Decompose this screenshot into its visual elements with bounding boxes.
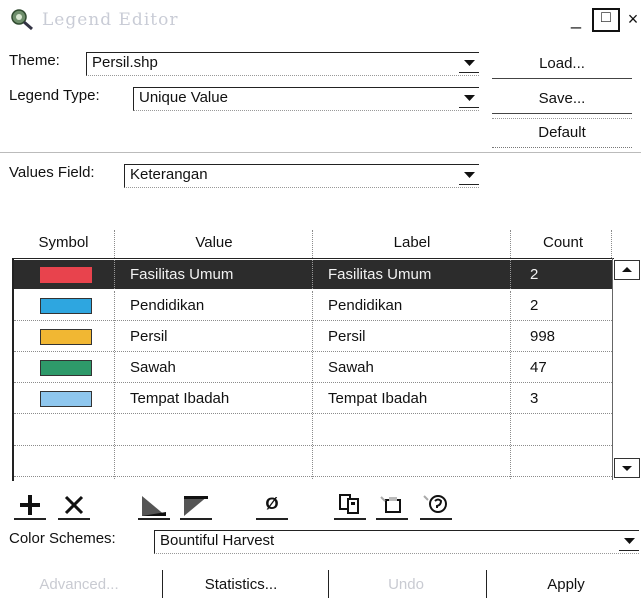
cell-count: 2 xyxy=(530,266,539,283)
minimize-button[interactable]: _ xyxy=(566,8,586,32)
header-divider xyxy=(510,230,511,258)
cell-value: Fasilitas Umum xyxy=(130,266,234,283)
theme-value: Persil.shp xyxy=(92,54,158,71)
cell-label[interactable]: Pendidikan xyxy=(328,297,402,314)
window-title: Legend Editor xyxy=(42,10,179,30)
legend-type-dropdown[interactable]: Unique Value xyxy=(133,87,479,111)
header-divider xyxy=(312,230,313,258)
close-button[interactable]: × xyxy=(625,8,641,32)
cell-divider xyxy=(312,260,313,289)
legend-editor-app-icon xyxy=(10,8,36,32)
header-divider xyxy=(611,230,612,258)
cell-count: 47 xyxy=(530,359,547,376)
save-button[interactable]: Save... xyxy=(492,85,632,114)
null-value-icon[interactable]: Ø xyxy=(256,490,288,520)
column-divider xyxy=(114,291,115,479)
apply-button[interactable]: Apply xyxy=(492,572,640,598)
row-divider xyxy=(14,476,612,477)
chevron-down-icon[interactable] xyxy=(619,533,639,551)
cell-label[interactable]: Tempat Ibadah xyxy=(328,390,427,407)
chevron-down-icon[interactable] xyxy=(459,90,479,108)
symbol-swatch[interactable] xyxy=(40,267,92,283)
default-button[interactable]: Default xyxy=(492,118,632,148)
button-separator xyxy=(328,570,329,598)
cell-divider xyxy=(114,260,115,289)
symbol-swatch[interactable] xyxy=(40,298,92,314)
chevron-down-icon[interactable] xyxy=(459,55,479,73)
column-divider xyxy=(510,291,511,479)
cell-count: 3 xyxy=(530,390,539,407)
undo-button[interactable]: Undo xyxy=(332,572,480,598)
cell-value: Pendidikan xyxy=(130,297,205,314)
row-divider xyxy=(14,445,612,446)
paste-symbols-icon[interactable] xyxy=(376,490,408,520)
theme-label: Theme: xyxy=(9,52,60,69)
maximize-button[interactable]: □ xyxy=(592,8,620,32)
table-row-selected[interactable]: Fasilitas Umum Fasilitas Umum 2 xyxy=(14,260,612,289)
cell-count: 998 xyxy=(530,328,556,345)
values-field-value: Keterangan xyxy=(130,166,208,183)
scroll-down-button[interactable] xyxy=(614,458,640,478)
table-row[interactable]: Tempat Ibadah Tempat Ibadah 3 xyxy=(14,384,612,414)
table-row[interactable]: Persil Persil 998 xyxy=(14,322,612,352)
delete-icon[interactable] xyxy=(58,490,90,520)
color-schemes-value: Bountiful Harvest xyxy=(160,532,275,549)
cell-value: Persil xyxy=(130,328,168,345)
column-header-value[interactable]: Value xyxy=(116,234,312,251)
copy-symbols-icon[interactable] xyxy=(334,490,366,520)
cell-label[interactable]: Fasilitas Umum xyxy=(328,266,431,283)
table-row[interactable]: Pendidikan Pendidikan 2 xyxy=(14,291,612,321)
cell-divider xyxy=(510,260,511,289)
legend-type-value: Unique Value xyxy=(139,89,228,106)
legend-type-label: Legend Type: xyxy=(9,87,100,104)
symbol-properties-icon[interactable] xyxy=(420,490,452,520)
sort-ascending-icon[interactable] xyxy=(138,490,170,520)
column-header-label[interactable]: Label xyxy=(314,234,510,251)
column-divider xyxy=(312,291,313,479)
theme-dropdown[interactable]: Persil.shp xyxy=(86,52,479,76)
symbol-swatch[interactable] xyxy=(40,360,92,376)
button-separator xyxy=(162,570,163,598)
values-field-dropdown[interactable]: Keterangan xyxy=(124,164,479,188)
color-schemes-label: Color Schemes: xyxy=(9,530,116,547)
column-header-count[interactable]: Count xyxy=(512,234,614,251)
cell-label[interactable]: Sawah xyxy=(328,359,374,376)
sort-descending-icon[interactable] xyxy=(180,490,212,520)
legend-toolbar: Ø xyxy=(10,488,510,522)
legend-table[interactable]: Symbol Value Label Count Fasilitas Umum … xyxy=(12,226,638,484)
values-field-label: Values Field: xyxy=(9,164,95,181)
statistics-button[interactable]: Statistics... xyxy=(166,572,316,598)
table-row[interactable]: Sawah Sawah 47 xyxy=(14,353,612,383)
scroll-up-button[interactable] xyxy=(614,260,640,280)
add-icon[interactable] xyxy=(14,490,46,520)
cell-value: Tempat Ibadah xyxy=(130,390,230,407)
table-scrollbar[interactable] xyxy=(612,258,640,480)
symbol-swatch[interactable] xyxy=(40,329,92,345)
symbol-swatch[interactable] xyxy=(40,391,92,407)
header-divider xyxy=(114,230,115,258)
section-divider xyxy=(0,152,641,153)
title-bar[interactable]: Legend Editor _ □ × xyxy=(0,0,641,40)
color-schemes-dropdown[interactable]: Bountiful Harvest xyxy=(154,530,639,554)
cell-count: 2 xyxy=(530,297,539,314)
advanced-button[interactable]: Advanced... xyxy=(20,572,138,598)
chevron-down-icon[interactable] xyxy=(459,167,479,185)
cell-label[interactable]: Persil xyxy=(328,328,366,345)
button-separator xyxy=(486,570,487,598)
load-button[interactable]: Load... xyxy=(492,50,632,79)
cell-value: Sawah xyxy=(130,359,176,376)
column-header-symbol[interactable]: Symbol xyxy=(12,234,115,251)
